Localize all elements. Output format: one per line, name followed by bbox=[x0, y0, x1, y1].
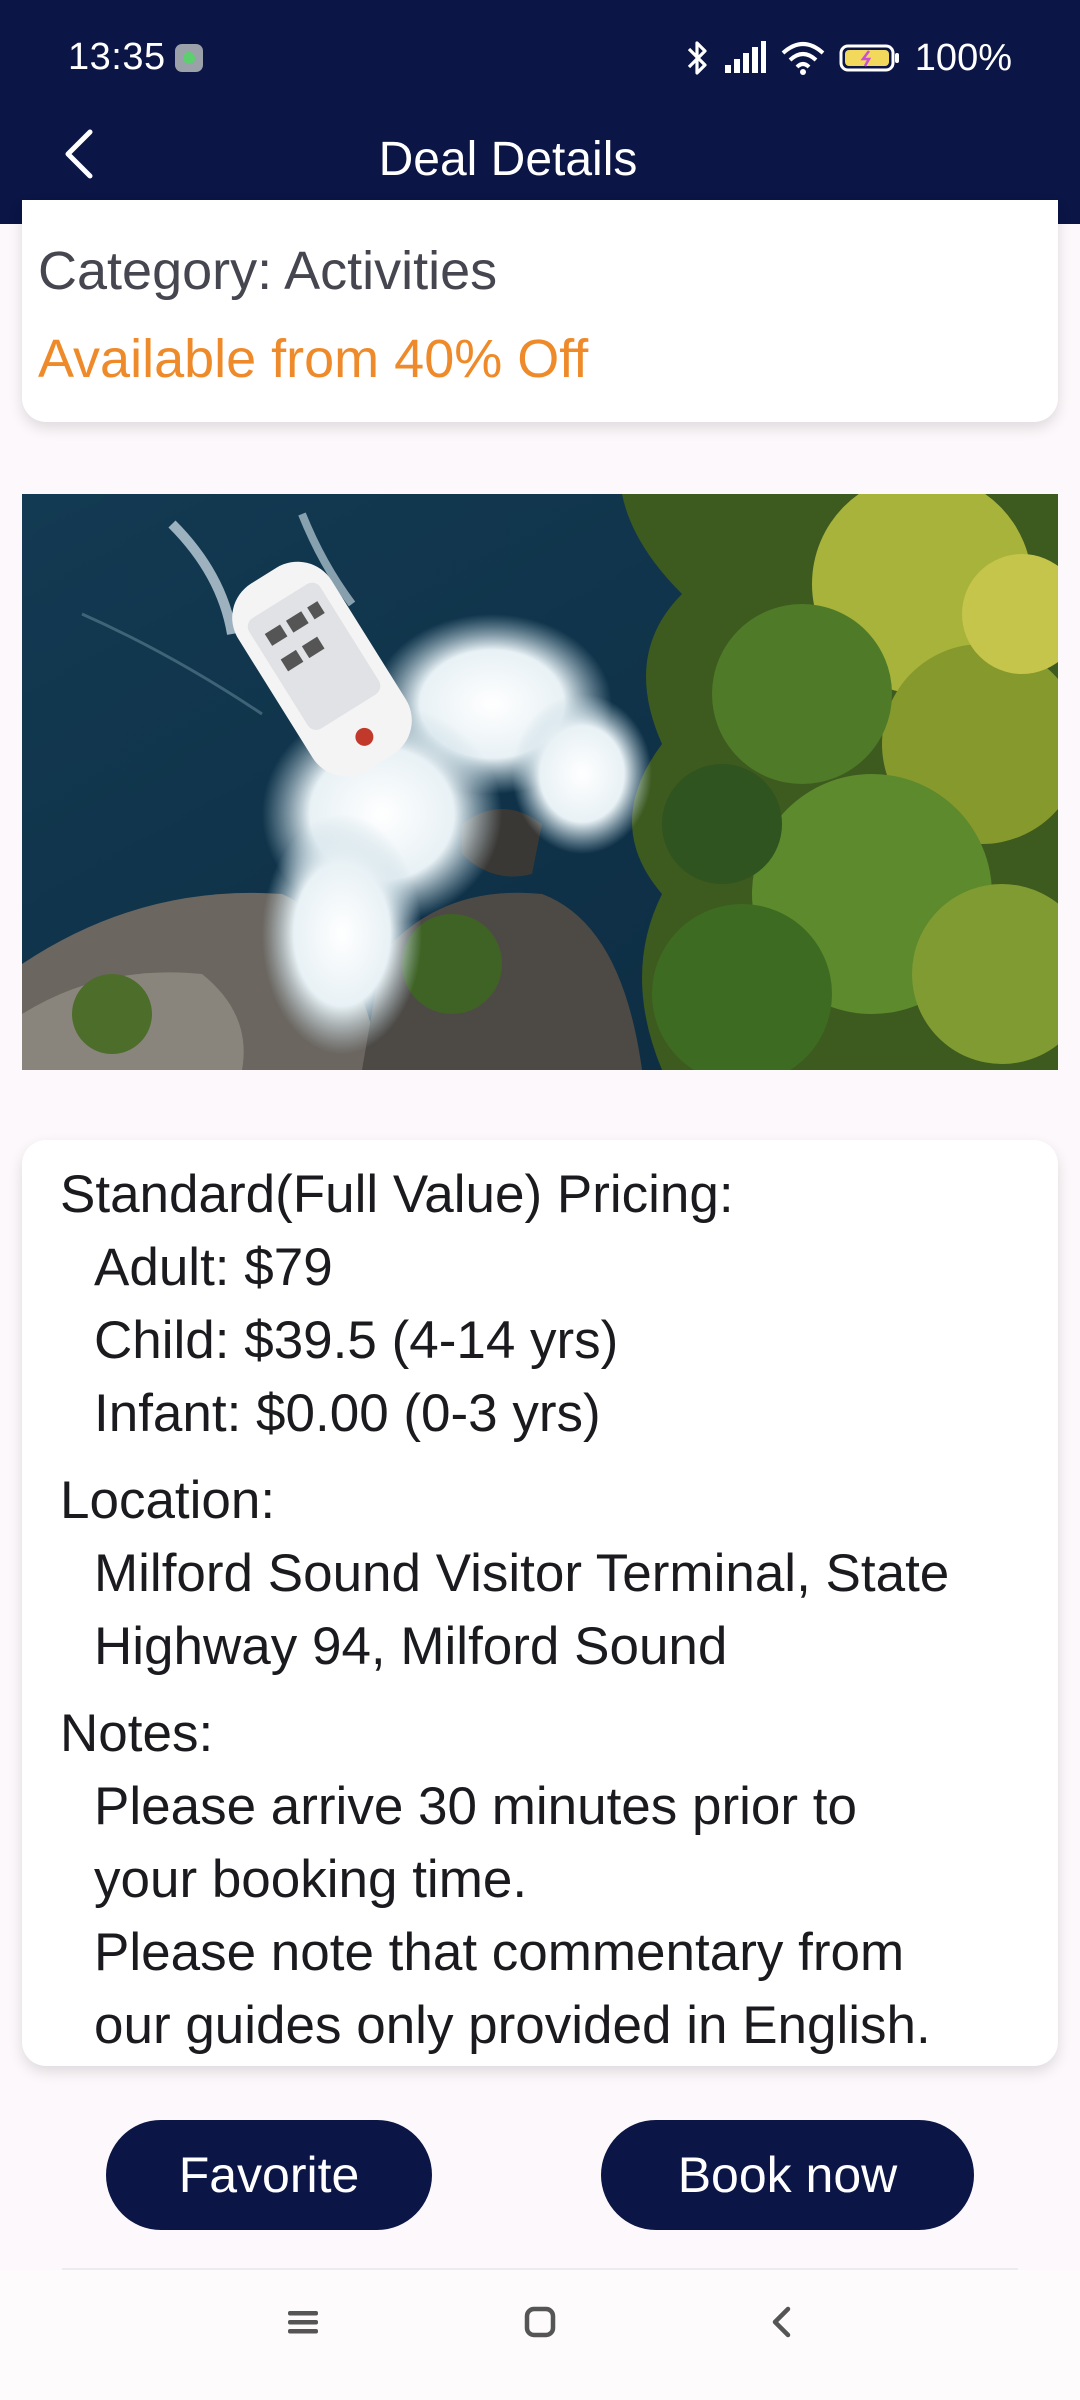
notification-icon bbox=[175, 44, 203, 72]
book-now-button[interactable]: Book now bbox=[601, 2120, 974, 2230]
deal-info-card: Standard(Full Value) Pricing: Adult: $79… bbox=[22, 1140, 1058, 2066]
status-time: 13:35 bbox=[68, 36, 166, 78]
favorite-button[interactable]: Favorite bbox=[106, 2120, 432, 2230]
home-icon[interactable] bbox=[522, 2304, 558, 2340]
infant-price: Infant: $0.00 (0-3 yrs) bbox=[94, 1384, 601, 1443]
status-icons: 100% bbox=[685, 36, 1012, 80]
signal-icon bbox=[724, 41, 766, 73]
deal-discount: Available from 40% Off bbox=[38, 329, 589, 389]
app-header: 13:35 100% Deal Details bbox=[0, 0, 1080, 224]
deal-image bbox=[22, 494, 1058, 1070]
deal-summary-card: Category: Activities Available from 40% … bbox=[22, 200, 1058, 422]
battery-icon bbox=[839, 44, 899, 72]
system-navigation-bar bbox=[0, 2270, 1080, 2400]
pricing-heading: Standard(Full Value) Pricing: bbox=[60, 1165, 734, 1224]
wifi-icon bbox=[781, 42, 825, 75]
menu-icon[interactable] bbox=[285, 2304, 321, 2340]
child-price: Child: $39.5 (4-14 yrs) bbox=[94, 1311, 619, 1370]
deal-category: Category: Activities bbox=[38, 241, 498, 301]
page-title: Deal Details bbox=[378, 133, 638, 186]
note-line: our guides only provided in English. bbox=[94, 1996, 931, 2055]
back-nav-icon[interactable] bbox=[764, 2304, 800, 2340]
notes-heading: Notes: bbox=[60, 1704, 214, 1763]
note-line: your booking time. bbox=[94, 1850, 528, 1909]
note-line: Please note that commentary from bbox=[94, 1923, 905, 1982]
location-heading: Location: bbox=[60, 1471, 276, 1530]
battery-percent: 100% bbox=[914, 36, 1012, 79]
adult-price: Adult: $79 bbox=[94, 1238, 333, 1297]
bluetooth-icon bbox=[687, 41, 707, 75]
location-line: Milford Sound Visitor Terminal, State bbox=[94, 1544, 950, 1603]
note-line: Please arrive 30 minutes prior to bbox=[94, 1777, 857, 1836]
location-line: Highway 94, Milford Sound bbox=[94, 1617, 728, 1676]
